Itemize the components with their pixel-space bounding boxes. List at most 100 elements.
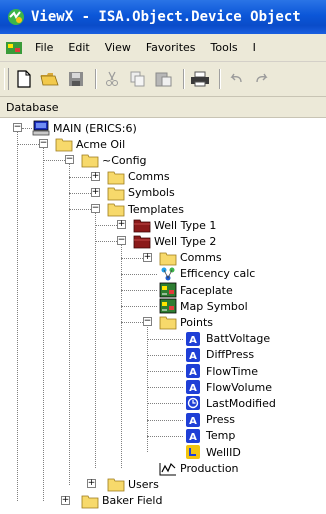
tree-node-map-symbol[interactable]: Map Symbol — [0, 298, 248, 314]
tree-connector — [95, 241, 117, 243]
tree-node-baker-field[interactable]: + Baker Field — [0, 493, 162, 509]
folder-icon — [81, 152, 99, 168]
title-bar[interactable]: ViewX - ISA.Object.Device Object — [0, 0, 326, 34]
database-tree[interactable]: − MAIN (ERICS:6) − Acme Oil − ~Config + … — [0, 118, 326, 514]
expand-toggle[interactable]: + — [87, 479, 96, 489]
new-icon[interactable] — [13, 68, 35, 90]
collapse-toggle[interactable]: − — [143, 317, 152, 327]
svg-text:A: A — [189, 335, 197, 346]
tree-node-well-type-1[interactable]: + Well Type 1 — [0, 217, 216, 233]
toolbar-grip[interactable] — [4, 68, 9, 90]
collapse-toggle[interactable]: − — [117, 236, 126, 246]
svg-text:A: A — [189, 383, 197, 394]
tree-node-config[interactable]: − ~Config — [0, 152, 147, 168]
expand-toggle[interactable]: + — [61, 495, 70, 505]
tree-node-battvoltage[interactable]: A BattVoltage — [0, 331, 270, 347]
window-title: ViewX - ISA.Object.Device Object — [31, 9, 301, 25]
menu-item-truncated[interactable]: I — [247, 41, 265, 54]
menu-view[interactable]: View — [99, 41, 140, 54]
tree-node-symbols[interactable]: + Symbols — [0, 185, 175, 201]
analog-point-icon: A — [185, 428, 203, 444]
collapse-toggle[interactable]: − — [39, 139, 48, 149]
tree-node-label: Faceplate — [180, 283, 233, 297]
collapse-toggle[interactable]: − — [65, 155, 74, 165]
menu-bar: File Edit View Favorites Tools I — [0, 34, 326, 62]
tree-node-label: Well Type 1 — [154, 218, 217, 232]
collapse-toggle[interactable]: − — [91, 204, 100, 213]
tree-node-well-comms[interactable]: + Comms — [0, 250, 222, 266]
tree-node-production[interactable]: Production — [0, 460, 239, 476]
save-icon[interactable] — [65, 68, 87, 90]
menu-favorites[interactable]: Favorites — [140, 41, 205, 54]
tree-connector — [147, 354, 183, 356]
tree-node-label: Acme Oil — [76, 137, 126, 151]
toolbar — [0, 62, 326, 97]
trend-icon — [159, 460, 177, 476]
expand-toggle[interactable]: + — [91, 187, 100, 197]
analog-point-icon: A — [185, 412, 203, 428]
tree-node-points[interactable]: − Points — [0, 314, 213, 330]
database-panel-header: Database — [0, 97, 326, 118]
menu-file[interactable]: File — [29, 41, 62, 54]
folder-icon — [107, 169, 125, 185]
undo-icon[interactable] — [225, 68, 247, 90]
tree-node-wellid[interactable]: WellID — [0, 444, 241, 460]
tree-node-label: FlowTime — [206, 364, 259, 378]
tree-node-well-type-2[interactable]: − Well Type 2 — [0, 233, 216, 249]
analog-point-icon: A — [185, 363, 203, 379]
tree-node-templates[interactable]: − Templates — [0, 201, 184, 217]
tree-node-comms[interactable]: + Comms — [0, 169, 170, 185]
tree-node-label: Efficency calc — [180, 267, 256, 281]
redo-icon[interactable] — [251, 68, 273, 90]
collapse-toggle[interactable]: − — [13, 123, 22, 132]
open-folder-icon[interactable] — [39, 68, 61, 90]
svg-text:A: A — [189, 432, 197, 443]
menu-tools[interactable]: Tools — [205, 41, 247, 54]
tree-node-lastmodified[interactable]: LastModified — [0, 395, 276, 411]
expand-toggle[interactable]: + — [91, 171, 100, 181]
tree-node-users[interactable]: + Users — [0, 476, 159, 492]
tree-connector — [147, 387, 183, 389]
cut-icon[interactable] — [101, 68, 123, 90]
tree-node-flowvolume[interactable]: A FlowVolume — [0, 379, 272, 395]
string-point-icon — [185, 444, 203, 460]
tree-connector — [69, 192, 91, 194]
tree-node-flowtime[interactable]: A FlowTime — [0, 363, 258, 379]
mimic-icon — [159, 298, 177, 314]
toolbar-separator — [219, 69, 221, 89]
time-point-icon — [185, 395, 203, 411]
expand-toggle[interactable]: + — [143, 252, 152, 262]
tree-node-label: Comms — [128, 170, 170, 184]
toolbar-separator — [95, 69, 97, 89]
print-icon[interactable] — [189, 68, 211, 90]
copy-icon[interactable] — [127, 68, 149, 90]
tree-node-temp[interactable]: A Temp — [0, 428, 235, 444]
tree-connector — [147, 371, 183, 373]
tree-node-acme-oil[interactable]: − Acme Oil — [0, 136, 125, 152]
tree-connector — [147, 338, 183, 340]
tree-connector — [17, 144, 39, 146]
tree-connector — [147, 419, 183, 421]
expand-toggle[interactable]: + — [117, 220, 126, 230]
folder-icon — [55, 136, 73, 152]
tree-node-label: Symbols — [128, 186, 175, 200]
viewx-app-icon[interactable] — [7, 8, 25, 26]
tree-connector — [147, 403, 183, 405]
tree-connector — [121, 322, 143, 324]
tree-connector — [121, 306, 157, 308]
paste-icon[interactable] — [153, 68, 175, 90]
tree-node-main[interactable]: − MAIN (ERICS:6) — [0, 120, 137, 136]
tree-node-press[interactable]: A Press — [0, 412, 235, 428]
panel-title: Database — [6, 100, 59, 114]
svg-text:A: A — [189, 351, 197, 362]
tree-connector — [121, 290, 157, 292]
tree-node-efficency-calc[interactable]: Efficency calc — [0, 266, 255, 282]
document-menu-icon[interactable] — [5, 40, 23, 56]
logic-icon — [159, 266, 177, 282]
tree-node-faceplate[interactable]: Faceplate — [0, 282, 233, 298]
tree-node-label: Map Symbol — [180, 299, 248, 313]
menu-edit[interactable]: Edit — [62, 41, 98, 54]
tree-node-label: WellID — [206, 445, 241, 459]
tree-node-diffpress[interactable]: A DiffPress — [0, 347, 254, 363]
tree-node-label: MAIN (ERICS:6) — [53, 121, 137, 135]
